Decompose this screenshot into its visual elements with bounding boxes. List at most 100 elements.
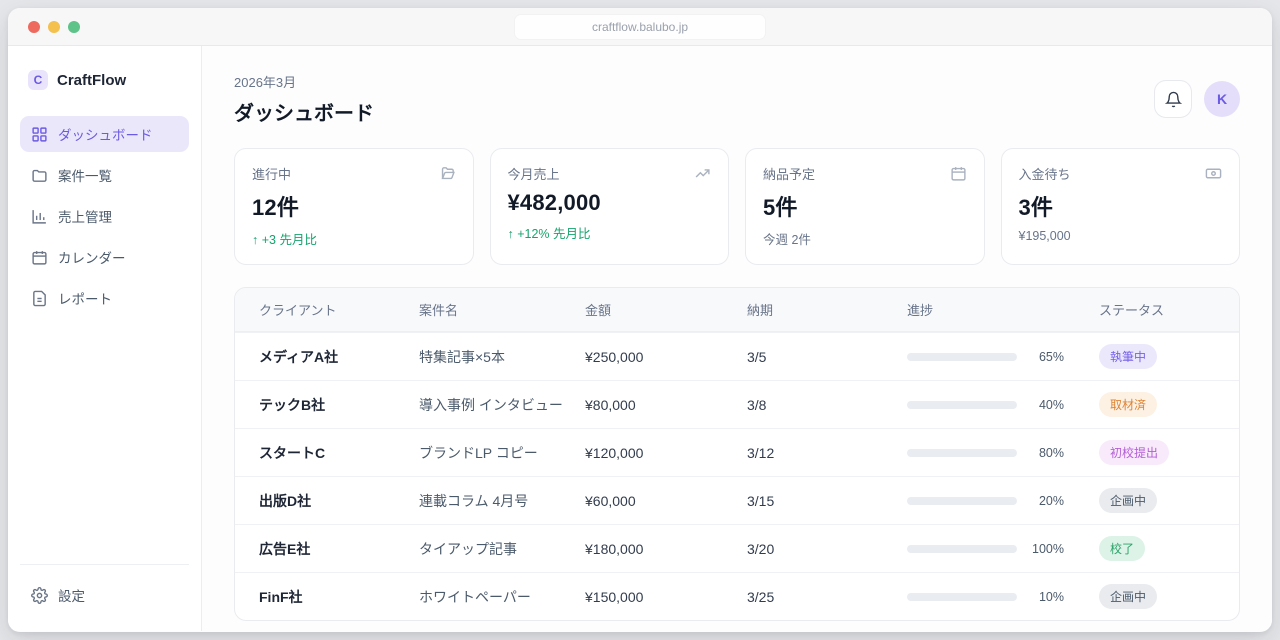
amount-cell: ¥120,000: [585, 445, 747, 461]
sidebar-item-sales[interactable]: 売上管理: [20, 198, 189, 234]
calendar-icon: [31, 249, 48, 266]
client-cell: メディアA社: [259, 347, 419, 367]
page-title: ダッシュボード: [234, 97, 374, 126]
progress-bar: [907, 353, 1017, 361]
stat-sub: 今週 2件: [763, 229, 967, 248]
stat-delta: ↑ +12% 先月比: [508, 223, 712, 242]
sidebar-item-label: カレンダー: [58, 247, 126, 267]
sidebar-item-projects[interactable]: 案件一覧: [20, 157, 189, 193]
project-cell: 連載コラム 4月号: [419, 491, 585, 511]
grid-icon: [31, 126, 48, 143]
status-badge: 企画中: [1099, 488, 1157, 513]
maximize-window-button[interactable]: [68, 21, 80, 33]
sidebar-item-label: ダッシュボード: [58, 124, 153, 144]
table-row[interactable]: テックB社 導入事例 インタビュー ¥80,000 3/8 40% 取材済: [235, 380, 1239, 428]
client-cell: 出版D社: [259, 491, 419, 511]
logo-icon: C: [28, 70, 48, 90]
browser-window: craftflow.balubo.jp C CraftFlow ダッシュボード …: [8, 8, 1272, 632]
progress-percent: 40%: [1030, 398, 1064, 412]
close-window-button[interactable]: [28, 21, 40, 33]
current-month-label: 2026年3月: [234, 72, 374, 91]
stat-value: 3件: [1019, 190, 1223, 222]
project-cell: ブランドLP コピー: [419, 443, 585, 463]
due-cell: 3/20: [747, 541, 907, 557]
table-row[interactable]: 広告E社 タイアップ記事 ¥180,000 3/20 100% 校了: [235, 524, 1239, 572]
amount-cell: ¥80,000: [585, 397, 747, 413]
amount-cell: ¥180,000: [585, 541, 747, 557]
client-cell: テックB社: [259, 395, 419, 415]
stat-sub: ¥195,000: [1019, 229, 1223, 243]
status-badge: 校了: [1099, 536, 1145, 561]
due-cell: 3/5: [747, 349, 907, 365]
minimize-window-button[interactable]: [48, 21, 60, 33]
project-cell: ホワイトペーパー: [419, 587, 585, 607]
table-row[interactable]: メディアA社 特集記事×5本 ¥250,000 3/5 65% 執筆中: [235, 332, 1239, 380]
client-cell: FinF社: [259, 587, 419, 607]
status-badge: 企画中: [1099, 584, 1157, 609]
app-logo: C CraftFlow: [20, 70, 189, 94]
sidebar-item-calendar[interactable]: カレンダー: [20, 239, 189, 275]
stat-label: 入金待ち: [1019, 164, 1071, 183]
stat-label: 進行中: [252, 164, 291, 183]
stat-card-monthly-sales: 今月売上 ¥482,000 ↑ +12% 先月比: [490, 148, 730, 265]
progress-cell: 20%: [907, 494, 1099, 508]
projects-table: クライアント 案件名 金額 納期 進捗 ステータス メディアA社 特集記事×5本…: [234, 287, 1240, 621]
main-content: 2026年3月 ダッシュボード K 進行中 12件 ↑: [202, 46, 1272, 631]
progress-percent: 10%: [1030, 590, 1064, 604]
folder-open-icon: [439, 165, 456, 182]
notifications-button[interactable]: [1154, 80, 1192, 118]
stat-card-awaiting-payment: 入金待ち 3件 ¥195,000: [1001, 148, 1241, 265]
sidebar: C CraftFlow ダッシュボード 案件一覧 売上管理 カ: [8, 46, 202, 631]
due-cell: 3/12: [747, 445, 907, 461]
progress-percent: 65%: [1030, 350, 1064, 364]
table-row[interactable]: スタートC ブランドLP コピー ¥120,000 3/12 80% 初校提出: [235, 428, 1239, 476]
project-cell: 特集記事×5本: [419, 347, 585, 367]
amount-cell: ¥150,000: [585, 589, 747, 605]
progress-cell: 65%: [907, 350, 1099, 364]
stat-card-in-progress: 進行中 12件 ↑ +3 先月比: [234, 148, 474, 265]
browser-chrome: craftflow.balubo.jp: [8, 8, 1272, 46]
due-cell: 3/15: [747, 493, 907, 509]
progress-percent: 20%: [1030, 494, 1064, 508]
amount-cell: ¥60,000: [585, 493, 747, 509]
due-cell: 3/25: [747, 589, 907, 605]
progress-bar: [907, 401, 1017, 409]
status-badge: 取材済: [1099, 392, 1157, 417]
stat-card-deliveries-due: 納品予定 5件 今週 2件: [745, 148, 985, 265]
sidebar-item-settings[interactable]: 設定: [20, 577, 189, 613]
column-header-client: クライアント: [259, 300, 419, 319]
table-row[interactable]: 出版D社 連載コラム 4月号 ¥60,000 3/15 20% 企画中: [235, 476, 1239, 524]
client-cell: スタートC: [259, 443, 419, 463]
report-icon: [31, 290, 48, 307]
progress-cell: 100%: [907, 542, 1099, 556]
stat-value: 5件: [763, 190, 967, 222]
stat-label: 納品予定: [763, 164, 815, 183]
url-bar[interactable]: craftflow.balubo.jp: [515, 15, 765, 39]
sidebar-item-reports[interactable]: レポート: [20, 280, 189, 316]
folder-icon: [31, 167, 48, 184]
column-header-status: ステータス: [1099, 300, 1215, 319]
progress-bar: [907, 593, 1017, 601]
due-cell: 3/8: [747, 397, 907, 413]
bell-icon: [1165, 91, 1182, 108]
column-header-amount: 金額: [585, 300, 747, 319]
table-row[interactable]: FinF社 ホワイトペーパー ¥150,000 3/25 10% 企画中: [235, 572, 1239, 620]
bar-chart-icon: [31, 208, 48, 225]
calendar-icon: [950, 165, 967, 182]
progress-bar: [907, 497, 1017, 505]
progress-cell: 80%: [907, 446, 1099, 460]
sidebar-item-label: 設定: [58, 585, 85, 605]
app-name: CraftFlow: [57, 72, 126, 89]
url-text: craftflow.balubo.jp: [592, 20, 688, 34]
sidebar-item-dashboard[interactable]: ダッシュボード: [20, 116, 189, 152]
progress-percent: 80%: [1030, 446, 1064, 460]
traffic-lights: [28, 21, 80, 33]
avatar[interactable]: K: [1204, 81, 1240, 117]
progress-cell: 10%: [907, 590, 1099, 604]
progress-bar: [907, 545, 1017, 553]
progress-bar: [907, 449, 1017, 457]
sidebar-item-label: 売上管理: [58, 206, 112, 226]
project-cell: タイアップ記事: [419, 539, 585, 559]
banknote-icon: [1205, 165, 1222, 182]
stat-label: 今月売上: [508, 164, 560, 183]
